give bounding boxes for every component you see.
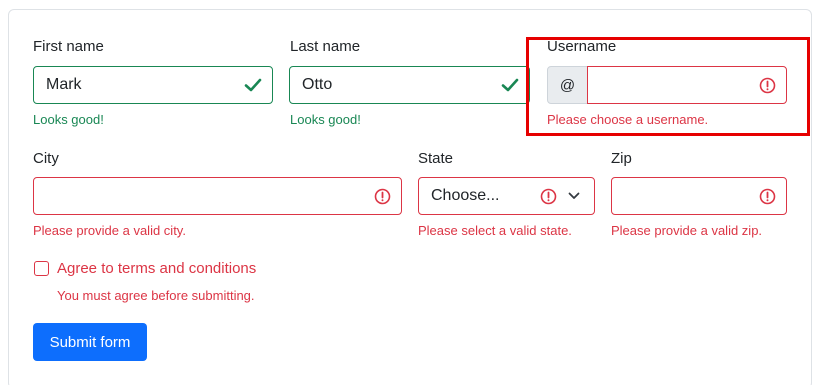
terms-label[interactable]: Agree to terms and conditions (57, 260, 256, 277)
chevron-down-icon (568, 192, 580, 199)
last-name-value: Otto (302, 76, 333, 93)
username-highlight-box (526, 37, 810, 136)
state-feedback: Please select a valid state. (418, 223, 572, 238)
state-select[interactable]: Choose... (418, 177, 595, 215)
alert-icon (759, 188, 776, 205)
submit-button[interactable]: Submit form (33, 323, 147, 361)
zip-label: Zip (611, 150, 632, 167)
last-name-label: Last name (290, 38, 361, 55)
check-icon (244, 78, 262, 92)
city-feedback: Please provide a valid city. (33, 223, 186, 238)
last-name-feedback: Looks good! (290, 112, 361, 127)
alert-icon (540, 188, 557, 205)
terms-checkbox[interactable] (34, 261, 49, 276)
state-label: State (418, 150, 454, 167)
terms-feedback: You must agree before submitting. (57, 288, 255, 303)
city-label: City (33, 150, 59, 167)
zip-feedback: Please provide a valid zip. (611, 223, 763, 238)
last-name-input[interactable]: Otto (289, 66, 530, 104)
first-name-feedback: Looks good! (33, 112, 104, 127)
first-name-input[interactable]: Mark (33, 66, 273, 104)
zip-input[interactable] (611, 177, 787, 215)
first-name-label: First name (33, 38, 104, 55)
first-name-value: Mark (46, 76, 82, 93)
check-icon (501, 78, 519, 92)
alert-icon (374, 188, 391, 205)
city-input[interactable] (33, 177, 402, 215)
